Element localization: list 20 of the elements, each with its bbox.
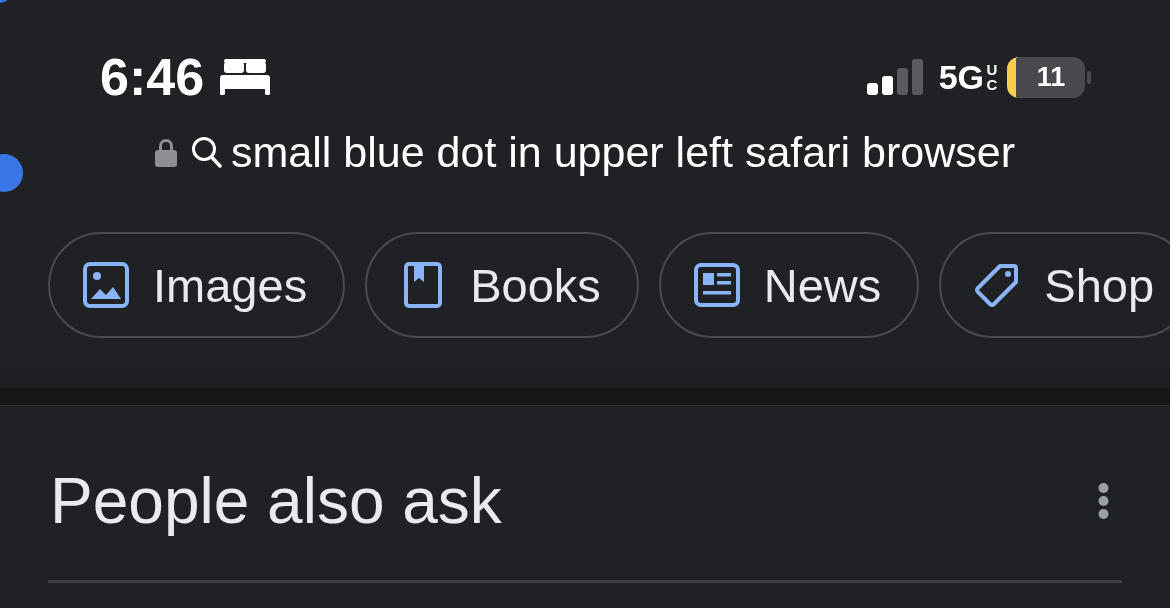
battery-percent: 11 xyxy=(1035,61,1066,93)
battery-icon xyxy=(1007,56,1091,98)
bed-icon xyxy=(220,59,271,95)
search-query-text[interactable]: small blue dot in upper left safari browser xyxy=(231,128,1015,176)
filter-chip[interactable]: News xyxy=(658,232,920,338)
filter-chip[interactable]: Images xyxy=(48,232,346,338)
book-icon xyxy=(404,262,443,308)
image-icon xyxy=(83,262,129,308)
tag-icon xyxy=(974,262,1021,308)
search-icon xyxy=(191,136,223,168)
signal-bars-icon xyxy=(866,59,924,95)
more-options-icon[interactable] xyxy=(1097,482,1110,520)
filter-chip[interactable]: Books xyxy=(365,232,639,338)
lock-icon xyxy=(155,137,178,167)
newspaper-icon xyxy=(693,263,740,307)
clock-time: 6:46 xyxy=(100,50,205,104)
filter-chip[interactable]: Shop xyxy=(939,232,1170,338)
network-suffix: UC xyxy=(986,62,998,92)
section-heading: People also ask xyxy=(50,464,502,538)
network-label: 5G xyxy=(938,57,984,97)
